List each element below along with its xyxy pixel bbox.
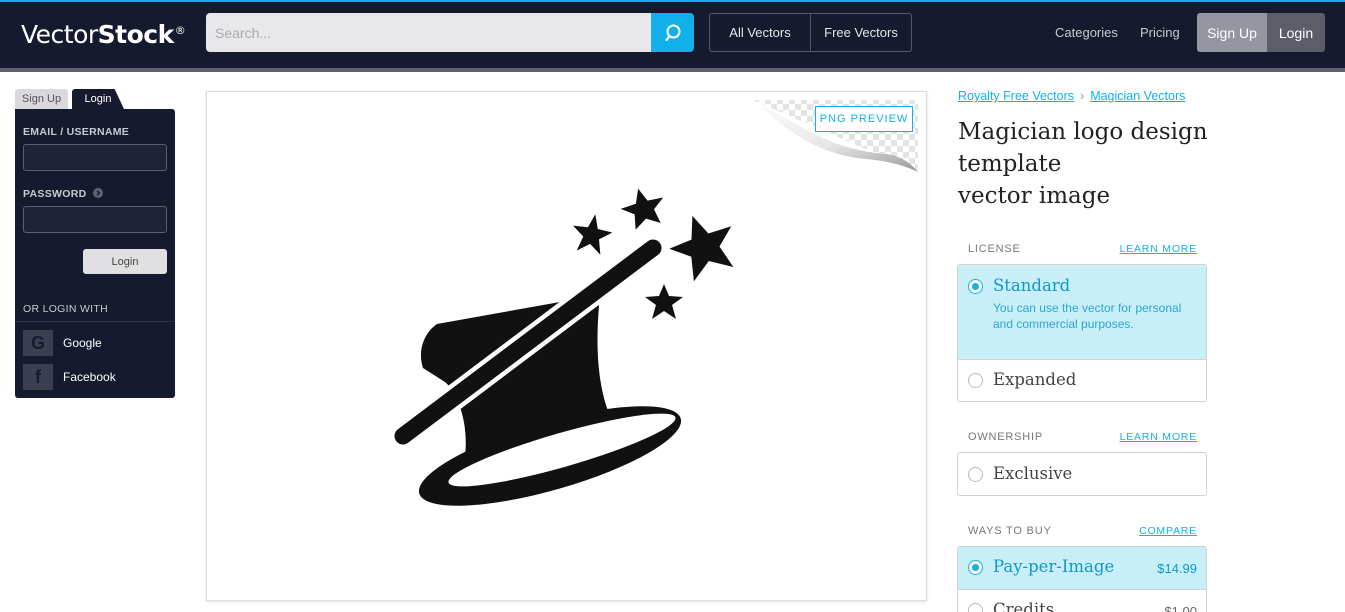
tab-login[interactable]: Login	[72, 89, 124, 109]
credits-price: $1.00	[1164, 604, 1197, 612]
ownership-header: OWNERSHIP LEARN MORE	[968, 431, 1197, 443]
search-button[interactable]	[651, 13, 694, 52]
search-icon	[664, 24, 680, 41]
categories-link[interactable]: Categories	[1055, 25, 1118, 40]
compare-link[interactable]: COMPARE	[1139, 525, 1197, 537]
pay-per-image-radio[interactable]	[968, 560, 983, 575]
license-learn-more-link[interactable]: LEARN MORE	[1120, 243, 1197, 255]
help-icon[interactable]	[92, 188, 103, 198]
credits-radio[interactable]	[968, 603, 983, 612]
expanded-radio[interactable]	[968, 373, 983, 388]
pay-per-image-price: $14.99	[1157, 561, 1197, 576]
password-field[interactable]	[23, 206, 167, 233]
panel-divider	[15, 321, 175, 322]
panel-login-button[interactable]: Login	[83, 249, 167, 274]
facebook-login[interactable]: f Facebook	[23, 364, 116, 390]
header-login-button[interactable]: Login	[1267, 13, 1325, 52]
ownership-exclusive-option[interactable]: Exclusive	[958, 453, 1206, 495]
ways-to-buy-options: Pay-per-Image $14.99 Credits $1.00	[957, 546, 1207, 612]
all-vectors-button[interactable]: All Vectors	[710, 14, 811, 51]
license-header: LICENSE LEARN MORE	[968, 243, 1197, 255]
standard-radio[interactable]	[968, 279, 983, 294]
ownership-options: Exclusive	[957, 452, 1207, 496]
breadcrumb: Royalty Free Vectors › Magician Vectors	[958, 89, 1186, 103]
breadcrumb-royalty-free[interactable]: Royalty Free Vectors	[958, 89, 1074, 103]
magician-hat-icon	[390, 188, 734, 506]
google-login[interactable]: G Google	[23, 330, 102, 356]
pay-per-image-option[interactable]: Pay-per-Image $14.99	[958, 547, 1206, 589]
header-signup-button[interactable]: Sign Up	[1197, 13, 1267, 52]
license-options: Standard You can use the vector for pers…	[957, 264, 1207, 402]
ownership-learn-more-link[interactable]: LEARN MORE	[1120, 431, 1197, 443]
exclusive-radio[interactable]	[968, 467, 983, 482]
facebook-icon: f	[23, 364, 53, 390]
search-input[interactable]	[206, 13, 652, 52]
image-preview: PNG PREVIEW	[206, 91, 927, 601]
password-label: PASSWORD	[23, 188, 103, 200]
tab-signup[interactable]: Sign Up	[15, 89, 68, 109]
ways-to-buy-header: WAYS TO BUY COMPARE	[968, 525, 1197, 537]
pricing-link[interactable]: Pricing	[1140, 25, 1180, 40]
free-vectors-button[interactable]: Free Vectors	[811, 14, 911, 51]
login-panel: EMAIL / USERNAME PASSWORD Login OR LOGIN…	[15, 109, 175, 398]
email-label: EMAIL / USERNAME	[23, 126, 130, 138]
vectorstock-logo[interactable]: VectorStock®	[21, 20, 186, 49]
or-login-with-label: OR LOGIN WITH	[23, 303, 108, 315]
page-title: Magician logo design template vector ima…	[958, 119, 1208, 209]
license-standard-option[interactable]: Standard You can use the vector for pers…	[958, 265, 1206, 359]
breadcrumb-magician[interactable]: Magician Vectors	[1090, 89, 1185, 103]
credits-option[interactable]: Credits $1.00	[958, 589, 1206, 612]
email-field[interactable]	[23, 144, 167, 171]
vector-type-toggle: All Vectors Free Vectors	[709, 13, 912, 52]
license-expanded-option[interactable]: Expanded	[958, 359, 1206, 401]
header-divider	[0, 68, 1345, 72]
google-icon: G	[23, 330, 53, 356]
